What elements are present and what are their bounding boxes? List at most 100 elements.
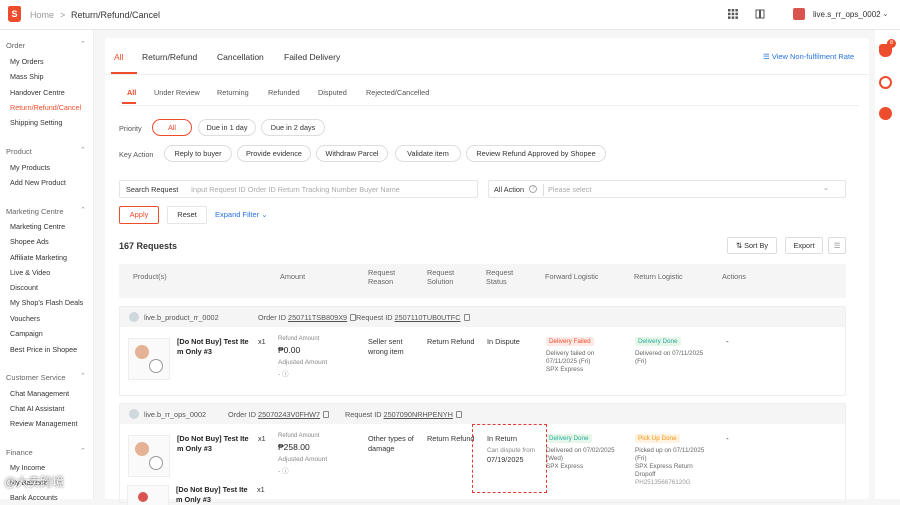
key-action-validate-pill[interactable]: Validate item [395,145,461,162]
sidebar-item-shipping-setting[interactable]: Shipping Setting [10,118,62,127]
sort-by-button[interactable]: ⇅ Sort By [727,237,777,254]
product-thumbnail[interactable] [128,338,170,380]
product-name-line-2: m Only #3 [177,347,212,356]
solution-line-1: Request [427,268,455,277]
search-request-field[interactable]: Search Request Input Request ID Order ID… [119,180,478,198]
subtab-refunded[interactable]: Refunded [268,88,300,97]
sidebar-item-shopee-ads[interactable]: Shopee Ads [10,237,49,246]
view-non-fulfilment-rate-link[interactable]: ☰ View Non-fulfilment Rate [763,52,854,61]
order-id-link[interactable]: 25070243V0FHW7 [258,410,320,419]
sidebar-item-affiliate[interactable]: Affiliate Marketing [10,253,67,262]
chevron-up-icon[interactable]: ⌃ [80,206,86,214]
sidebar-section-marketing[interactable]: Marketing Centre [6,207,64,216]
sidebar-item-bank-accounts[interactable]: Bank Accounts [10,493,58,502]
search-input[interactable]: Input Request ID Order ID Return Trackin… [191,185,400,194]
sidebar-item-return-refund[interactable]: Return/Refund/Cancel [10,103,81,112]
tab-cancellation[interactable]: Cancellation [217,52,264,62]
sidebar-item-campaign[interactable]: Campaign [10,329,43,338]
product-name[interactable]: [Do Not Buy] Test Ite m Only #3 [177,434,255,454]
key-action-withdraw-pill[interactable]: Withdraw Parcel [316,145,388,162]
info-line: (Wed) [546,455,564,462]
subtab-disputed[interactable]: Disputed [318,88,347,97]
key-action-evidence-pill[interactable]: Provide evidence [237,145,311,162]
export-button[interactable]: Export [785,237,823,254]
product-thumbnail[interactable] [127,485,169,505]
sidebar-item-marketing-centre[interactable]: Marketing Centre [10,222,65,231]
product-name[interactable]: [Do Not Buy] Test Ite m Only #3 [176,485,254,505]
key-action-review-refund-pill[interactable]: Review Refund Approved by Shopee [466,145,606,162]
tab-all[interactable]: All [114,52,123,62]
shopee-logo-icon[interactable]: S [8,6,21,22]
help-icon[interactable]: ? [529,185,537,193]
order-id: Order ID 25070243V0FHW7 [228,410,330,419]
sidebar-item-discount[interactable]: Discount [10,283,38,292]
expand-filter-link[interactable]: Expand Filter ⌄ [215,210,268,219]
sidebar-item-my-income[interactable]: My Income [10,463,45,472]
chevron-up-icon[interactable]: ⌃ [80,447,86,455]
info-icon[interactable]: ⓘ [282,371,289,378]
sidebar-section-product[interactable]: Product [6,147,32,156]
sidebar-item-flash-deals[interactable]: My Shop's Flash Deals [10,298,83,307]
reset-button[interactable]: Reset [167,206,207,224]
chevron-down-icon[interactable]: ⌄ [823,184,829,192]
request-id-link[interactable]: 2507090NRHPENYH [384,410,453,419]
shop-avatar[interactable] [793,8,805,20]
shop-name[interactable]: live.s_rr_ops_0002 [813,10,881,19]
tab-failed-delivery[interactable]: Failed Delivery [284,52,340,62]
sidebar-section-customer-service[interactable]: Customer Service [6,373,66,382]
buyer-username[interactable]: live.b_rr_ops_0002 [144,410,206,419]
priority-all-pill[interactable]: All [152,119,192,136]
forward-logistic-info: Delivery failed on 07/11/2025 (Fri) SPX Ex… [546,350,594,374]
tab-return-refund[interactable]: Return/Refund [142,52,197,62]
info-line: Picked up on 07/11/2025 [635,447,705,454]
key-action-reply-pill[interactable]: Reply to buyer [164,145,232,162]
sidebar-item-my-orders[interactable]: My Orders [10,57,44,66]
book-icon[interactable] [755,9,765,19]
product-name[interactable]: [Do Not Buy] Test Ite m Only #3 [177,337,255,357]
chevron-up-icon[interactable]: ⌃ [80,40,86,48]
sidebar-section-order[interactable]: Order [6,41,25,50]
product-name-line-2: m Only #3 [177,444,212,453]
chevron-up-icon[interactable]: ⌃ [80,372,86,380]
list-menu-icon[interactable]: ☰ [828,237,846,254]
subtab-rejected-cancelled[interactable]: Rejected/Cancelled [366,88,429,97]
copy-icon[interactable] [323,411,330,418]
dispute-label: Can dispute from [487,447,535,454]
request-id-link[interactable]: 2507110TUB0UTFC [395,313,461,322]
chat-icon[interactable] [879,107,892,120]
action-select-placeholder[interactable]: Please select [548,185,591,194]
apps-grid-icon[interactable] [728,9,738,19]
apply-button[interactable]: Apply [119,206,159,224]
sort-by-label: Sort By [744,241,769,250]
breadcrumb-home[interactable]: Home [30,10,54,20]
subtab-under-review[interactable]: Under Review [154,88,200,97]
sidebar-item-mass-ship[interactable]: Mass Ship [10,72,44,81]
headset-icon[interactable] [879,76,892,89]
chevron-down-icon[interactable]: ⌄ [882,9,889,18]
adjusted-amount-label: Adjusted Amount [278,456,328,463]
sidebar-item-live-video[interactable]: Live & Video [10,268,50,277]
priority-1day-pill[interactable]: Due in 1 day [198,119,256,136]
sidebar: Order ⌃ My Orders Mass Ship Handover Cen… [0,30,94,502]
sidebar-item-my-products[interactable]: My Products [10,163,50,172]
chevron-up-icon[interactable]: ⌃ [80,146,86,154]
copy-icon[interactable] [463,314,470,321]
right-toolbar: 8 [875,30,900,499]
all-action-select[interactable]: All Action ? Please select ⌄ [488,180,846,198]
buyer-username[interactable]: live.b_product_rr_0002 [144,313,219,322]
sidebar-item-chat-ai[interactable]: Chat AI Assistant [10,404,64,413]
subtab-all[interactable]: All [127,88,136,97]
copy-icon[interactable] [455,411,462,418]
priority-2days-pill[interactable]: Due in 2 days [261,119,325,136]
sidebar-item-handover[interactable]: Handover Centre [10,88,65,97]
order-id-link[interactable]: 250711TSB809X9 [288,313,347,322]
info-icon[interactable]: ⓘ [282,468,289,475]
sidebar-item-review-management[interactable]: Review Management [10,419,78,428]
subtab-returning[interactable]: Returning [217,88,249,97]
sidebar-item-chat-management[interactable]: Chat Management [10,389,69,398]
product-thumbnail[interactable] [128,435,170,477]
sidebar-section-finance[interactable]: Finance [6,448,33,457]
sidebar-item-add-product[interactable]: Add New Product [10,178,66,187]
sidebar-item-best-price[interactable]: Best Price in Shopee [10,345,77,354]
sidebar-item-vouchers[interactable]: Vouchers [10,314,40,323]
